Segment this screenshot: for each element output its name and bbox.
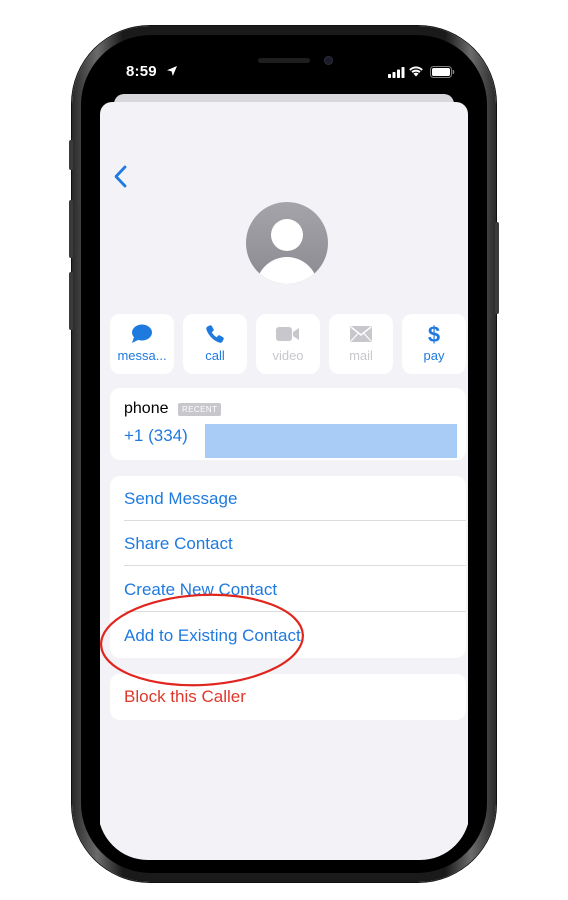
message-button-label: messa... <box>117 348 167 363</box>
mail-button-label: mail <box>349 348 373 363</box>
battery-icon <box>430 66 455 78</box>
location-arrow-icon <box>167 66 177 76</box>
screenshot-stage: 8:59 messa... call video mail $ pay phon… <box>0 0 568 900</box>
call-button[interactable]: call <box>183 314 247 374</box>
contact-options-list: Send Message Share Contact Create New Co… <box>110 476 466 658</box>
message-bubble-icon <box>132 324 152 343</box>
phone-number-card: phone RECENT +1 (334) <box>110 388 466 460</box>
cellular-signal-icon <box>388 67 405 78</box>
chevron-left-icon[interactable] <box>108 162 134 192</box>
person-avatar-icon <box>246 202 328 284</box>
video-button[interactable]: video <box>256 314 320 374</box>
recent-badge: RECENT <box>178 403 222 416</box>
share-contact-option[interactable]: Share Contact <box>124 521 466 566</box>
video-button-label: video <box>272 348 304 363</box>
status-bar: 8:59 <box>98 46 470 98</box>
message-button[interactable]: messa... <box>110 314 174 374</box>
power-button <box>495 222 499 314</box>
send-message-option[interactable]: Send Message <box>124 476 466 521</box>
avatar-body <box>256 257 318 284</box>
volume-up-button <box>69 200 73 258</box>
mail-button[interactable]: mail <box>329 314 393 374</box>
volume-down-button <box>69 272 73 330</box>
wifi-icon <box>409 66 423 77</box>
status-time: 8:59 <box>126 63 157 80</box>
avatar-head <box>271 219 303 251</box>
svg-text:$: $ <box>428 322 440 346</box>
redaction-box <box>205 424 457 458</box>
earpiece-speaker <box>258 58 310 63</box>
pay-button-label: pay <box>423 348 445 363</box>
block-caller-card: Block this Caller <box>110 674 466 720</box>
envelope-icon <box>350 326 372 342</box>
video-camera-icon <box>276 327 299 341</box>
front-camera <box>324 56 333 65</box>
create-new-contact-option[interactable]: Create New Contact <box>124 567 466 612</box>
contact-card: messa... call video mail $ pay phone REC… <box>100 102 468 860</box>
action-buttons-row: messa... call video mail $ pay <box>110 314 466 374</box>
phone-label: phone <box>124 400 169 417</box>
phone-number[interactable]: +1 (334) <box>124 426 188 446</box>
dollar-icon: $ <box>428 322 440 346</box>
call-button-label: call <box>205 348 225 363</box>
mute-switch <box>69 140 73 170</box>
phone-icon <box>206 325 224 343</box>
phone-screen: 8:59 messa... call video mail $ pay phon… <box>98 46 470 860</box>
add-to-existing-contact-option[interactable]: Add to Existing Contact <box>124 613 466 658</box>
pay-button[interactable]: $ pay <box>402 314 466 374</box>
block-caller-button[interactable]: Block this Caller <box>124 674 246 720</box>
